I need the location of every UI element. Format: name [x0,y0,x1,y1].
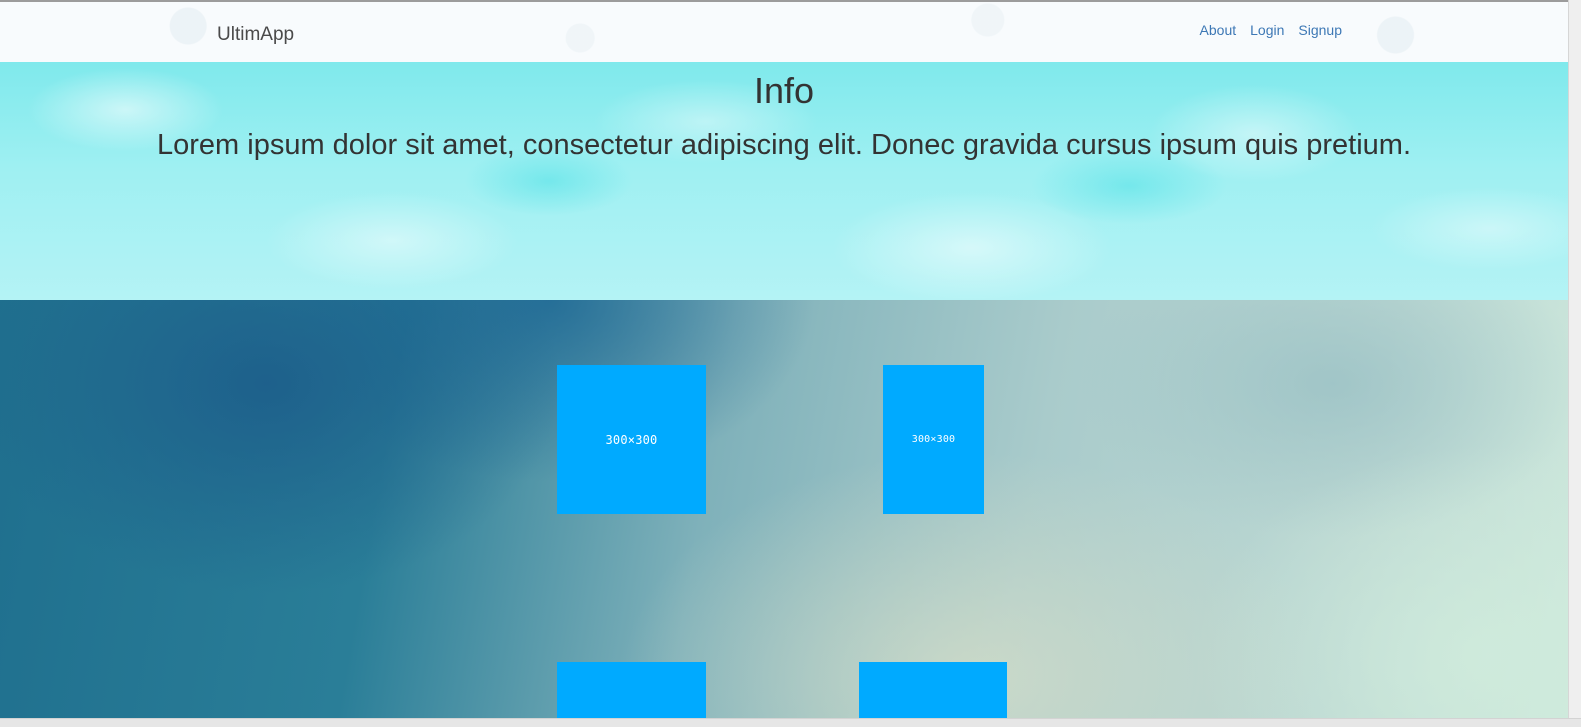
hero-title: Info [753,70,815,111]
thumbnail-label: 300×300 [605,432,658,447]
thumbnail-label: 300×300 [911,434,956,445]
nav-link-login[interactable]: Login [1236,22,1284,38]
horizontal-scrollbar[interactable] [0,718,1581,727]
nav-links: About Login Signup [1200,22,1342,38]
thumbnail-image[interactable]: 300×300 [557,365,706,514]
browser-viewport: UltimApp About Login Signup Info Lorem i… [0,0,1568,718]
top-navbar: UltimApp About Login Signup [0,0,1568,62]
thumbnail-image[interactable] [557,662,706,718]
vertical-scrollbar[interactable] [1568,0,1581,727]
nav-link-signup[interactable]: Signup [1284,22,1342,38]
brand-logo-link[interactable]: UltimApp [217,24,294,46]
hero-banner: Info Lorem ipsum dolor sit amet, consect… [0,62,1568,300]
hero-description: Lorem ipsum dolor sit amet, consectetur … [157,129,1411,161]
thumbnail-image[interactable]: 300×300 [883,365,984,514]
thumbnail-gallery: 300×300 300×300 [0,300,1568,718]
thumbnail-image[interactable] [859,662,1007,718]
nav-link-about[interactable]: About [1200,22,1237,38]
